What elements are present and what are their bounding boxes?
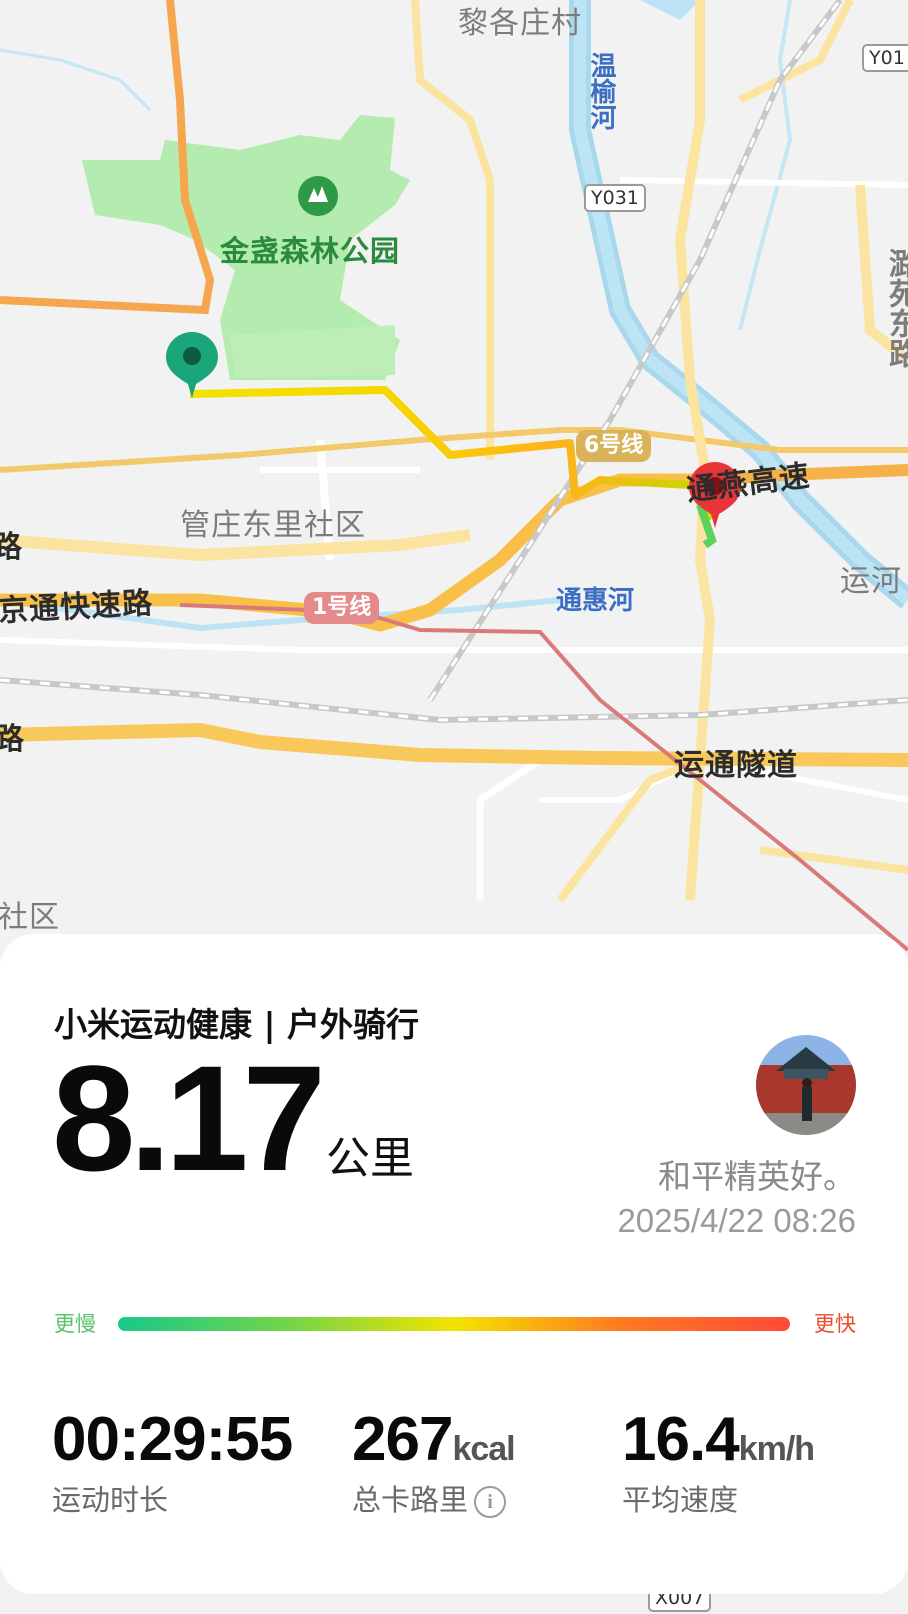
stat-calories-label-row: 总卡路里 i: [352, 1477, 515, 1519]
stat-avg-speed-value: 16.4: [622, 1405, 740, 1474]
stat-calories-unit: kcal: [452, 1430, 515, 1468]
stat-avg-speed-unit: km/h: [738, 1430, 815, 1468]
stat-avg-speed-label: 平均速度: [622, 1483, 739, 1517]
distance-value: 8.17: [52, 1034, 326, 1202]
map-label-community-bottom: 社区: [0, 900, 60, 935]
activity-datetime: 2025/4/22 08:26: [617, 1202, 856, 1239]
map-label-community: 管庄东里社区: [180, 508, 366, 543]
map-label-lu-yuan-road: 潞苑东路: [883, 248, 908, 368]
road-shield-y031: Y031: [584, 184, 646, 212]
map-label-canal: 运河: [840, 564, 902, 599]
info-icon[interactable]: i: [474, 1486, 507, 1518]
start-pin-icon: [166, 332, 218, 398]
user-name: 和平精英好。: [658, 1157, 856, 1196]
avatar-photo-icon: [756, 1035, 856, 1135]
pace-fast-label: 更快: [814, 1312, 856, 1336]
road-shield-y01: Y01: [862, 44, 908, 72]
stat-duration-value: 00:29:55: [52, 1405, 293, 1474]
map-label-river-wenyu: 温榆河: [586, 52, 616, 130]
stat-calories-label: 总卡路里: [352, 1483, 469, 1517]
map-label-river-tonghui: 通惠河: [556, 586, 635, 616]
stat-duration-label: 运动时长: [52, 1483, 169, 1517]
map-label-expressway-left: 京通快速路: [0, 585, 154, 630]
stat-calories-value: 267: [352, 1405, 453, 1474]
activity-summary-card: 小米运动健康 | 户外骑行 8.17 公里 和平精英好。 2025/4/22 0…: [0, 934, 908, 1594]
metro-label-line6: 6号线: [576, 430, 652, 462]
pace-color-scale: [118, 1317, 790, 1331]
pace-slow-label: 更慢: [54, 1312, 96, 1336]
metro-label-line1: 1号线: [304, 592, 380, 624]
map-label-road-fragment-1: 路: [0, 530, 23, 565]
stat-calories-row: 267kcal: [352, 1404, 516, 1475]
map-label-village: 黎各庄村: [458, 6, 582, 41]
stat-duration: 00:29:55 运动时长: [52, 1404, 293, 1519]
stat-avg-speed: 16.4km/h 平均速度: [622, 1404, 815, 1519]
avatar[interactable]: [756, 1035, 856, 1135]
stat-avg-speed-row: 16.4km/h: [622, 1404, 815, 1475]
park-tree-icon: [298, 176, 338, 216]
map-label-tunnel: 运通隧道: [674, 748, 798, 783]
stat-calories: 267kcal 总卡路里 i: [352, 1404, 516, 1519]
map-label-park: 金盏森林公园: [220, 234, 401, 268]
distance-unit: 公里: [326, 1133, 414, 1184]
map-label-road-fragment-2: 路: [0, 722, 25, 757]
